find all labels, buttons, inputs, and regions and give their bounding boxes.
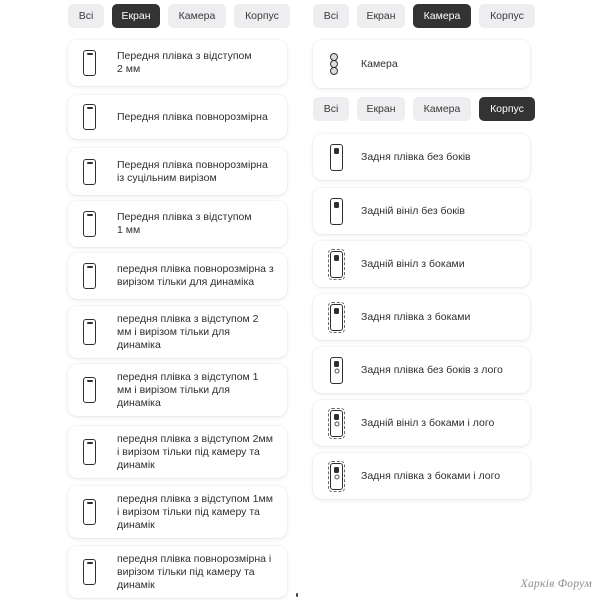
screen-film-card[interactable]: передня плівка з відступом 1мм і вирізом… [68,486,287,538]
phone-front-icon [83,319,96,345]
phone-front-icon [83,104,96,130]
screen-film-card[interactable]: Передня плівка з відступом 1 мм [68,201,287,247]
phone-front-icon [83,559,96,585]
phone-back-sides-icon [328,249,345,280]
tab-body[interactable]: Корпус [479,4,535,28]
phone-back-sides-logo-icon [328,461,345,492]
body-film-card[interactable]: Задній вініл з боками [313,241,530,287]
tab-screen[interactable]: Екран [112,4,160,28]
screen-film-card[interactable]: передня плівка з відступом 1 мм і вирізо… [68,364,287,416]
body-film-card[interactable]: Задня плівка без боків [313,134,530,180]
phone-front-icon [83,377,96,403]
camera-body-panel: Всі Екран Камера Корпус Камера Всі Екран… [300,0,600,600]
phone-front-icon [83,263,96,289]
screen-film-card[interactable]: Передня плівка повнорозмірна із суцільни… [68,148,287,195]
phone-front-icon [83,499,96,525]
screen-film-card[interactable]: передня плівка повнорозмірна з вирізом т… [68,253,287,299]
body-film-label: Задня плівка без боків з лого [361,364,503,376]
phone-back-logo-icon [330,357,343,384]
tab-screen[interactable]: Екран [357,97,405,121]
body-film-label: Задня плівка з боками і лого [361,470,501,482]
phone-front-icon [83,439,96,465]
screen-film-card[interactable]: Передня плівка з відступом 2 мм [68,40,287,86]
screen-film-panel: Всі Екран Камера Корпус Передня плівка з… [0,0,300,600]
tab-all[interactable]: Всі [313,4,349,28]
body-film-label: Задня плівка з боками [361,311,471,323]
category-tabs-top: Всі Екран Камера Корпус [313,4,535,28]
phone-front-icon [83,50,96,76]
screen-film-card[interactable]: передня плівка з відступом 2мм і вирізом… [68,426,287,478]
tab-camera[interactable]: Камера [413,97,471,121]
body-film-card[interactable]: Задня плівка без боків з лого [313,347,530,393]
category-tabs: Всі Екран Камера Корпус [68,4,290,28]
phone-back-sides-icon [328,302,345,333]
body-film-card[interactable]: Задній вініл з боками і лого [313,400,530,446]
body-film-card[interactable]: Задня плівка з боками і лого [313,453,530,499]
tab-all[interactable]: Всі [313,97,349,121]
screen-film-label: передня плівка з відступом 1 мм і вирізо… [117,371,259,409]
watermark-logo: Харків Форум [520,578,592,590]
body-film-card[interactable]: Задній вініл без боків [313,188,530,234]
body-film-card[interactable]: Задня плівка з боками [313,294,530,340]
screen-film-label: передня плівка повнорозмірна і вирізом т… [117,553,272,591]
tab-camera[interactable]: Камера [168,4,226,28]
screen-film-label: Передня плівка повнорозмірна [117,111,268,123]
scroll-indicator [296,593,298,597]
body-film-label: Задній вініл з боками [361,258,465,270]
tab-screen[interactable]: Екран [357,4,405,28]
screen-film-label: Передня плівка з відступом 2 мм [117,50,252,75]
body-film-label: Задня плівка без боків [361,151,471,163]
category-tabs-bottom: Всі Екран Камера Корпус [313,97,535,121]
tab-body[interactable]: Корпус [234,4,290,28]
phone-front-icon [83,159,96,185]
body-film-label: Задній вініл з боками і лого [361,417,495,429]
tab-body[interactable]: Корпус [479,97,535,121]
tab-camera[interactable]: Камера [413,4,471,28]
screen-film-card[interactable]: передня плівка повнорозмірна і вирізом т… [68,546,287,598]
phone-back-icon [330,198,343,225]
screen-film-card[interactable]: Передня плівка повнорозмірна [68,95,287,139]
screen-film-label: передня плівка повнорозмірна з вирізом т… [117,263,274,288]
screen-film-label: передня плівка з відступом 1мм і вирізом… [117,493,273,531]
body-film-label: Задній вініл без боків [361,205,465,217]
camera-film-label: Камера [361,58,398,70]
camera-film-card[interactable]: Камера [313,40,530,88]
phone-front-icon [83,211,96,237]
screen-film-label: Передня плівка повнорозмірна із суцільни… [117,159,268,184]
tab-all[interactable]: Всі [68,4,104,28]
screen-film-card[interactable]: передня плівка з відступом 2 мм і вирізо… [68,306,287,358]
phone-back-icon [330,144,343,171]
screen-film-label: Передня плівка з відступом 1 мм [117,211,252,236]
screen-film-label: передня плівка з відступом 2 мм і вирізо… [117,313,259,351]
camera-lenses-icon [329,53,347,75]
phone-back-sides-logo-icon [328,408,345,439]
screen-film-label: передня плівка з відступом 2мм і вирізом… [117,433,273,471]
